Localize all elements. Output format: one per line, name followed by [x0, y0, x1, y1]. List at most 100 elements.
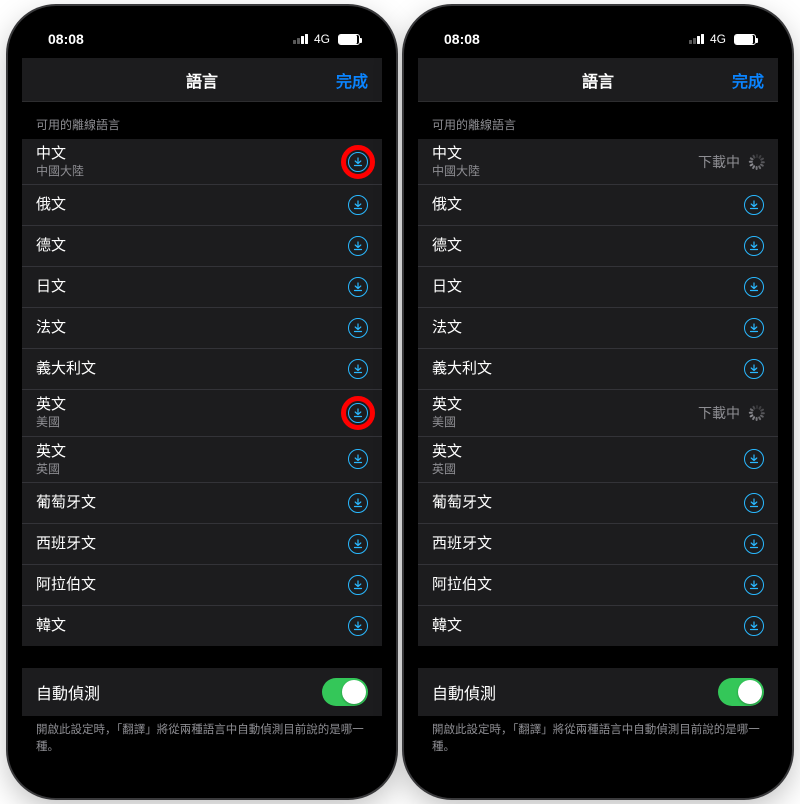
download-icon[interactable]	[744, 534, 764, 554]
language-row[interactable]: 俄文	[418, 184, 778, 225]
download-icon[interactable]	[348, 616, 368, 636]
download-icon[interactable]	[744, 236, 764, 256]
nav-title: 語言	[582, 68, 614, 92]
language-name: 英文	[36, 443, 66, 461]
download-icon[interactable]	[744, 616, 764, 636]
download-icon[interactable]	[744, 575, 764, 595]
language-row[interactable]: 韓文	[418, 605, 778, 646]
language-labels: 英文英國	[36, 443, 66, 476]
row-tail	[348, 575, 368, 595]
language-row[interactable]: 日文	[418, 266, 778, 307]
screen-left: 08:08 4G 語言 完成 可用的離線語言 中文中國大陸俄文德文日文法文義大利…	[22, 20, 382, 784]
language-row[interactable]: 阿拉伯文	[418, 564, 778, 605]
language-name: 西班牙文	[432, 535, 492, 553]
download-icon[interactable]	[744, 318, 764, 338]
language-list: 中文中國大陸俄文德文日文法文義大利文英文美國英文英國葡萄牙文西班牙文阿拉伯文韓文	[22, 139, 382, 646]
language-row[interactable]: 義大利文	[22, 348, 382, 389]
language-row[interactable]: 葡萄牙文	[418, 482, 778, 523]
auto-detect-toggle[interactable]	[718, 678, 764, 706]
download-icon[interactable]	[744, 493, 764, 513]
language-labels: 阿拉伯文	[432, 576, 492, 594]
row-tail	[744, 616, 764, 636]
language-row[interactable]: 英文美國下載中	[418, 389, 778, 435]
download-icon[interactable]	[348, 236, 368, 256]
download-icon[interactable]	[348, 449, 368, 469]
download-icon[interactable]	[348, 359, 368, 379]
row-tail: 下載中	[698, 403, 764, 423]
language-region: 英國	[432, 462, 462, 476]
language-row[interactable]: 英文英國	[418, 436, 778, 482]
language-row[interactable]: 英文美國	[22, 389, 382, 435]
language-labels: 法文	[432, 319, 462, 337]
auto-detect-row[interactable]: 自動偵測	[22, 668, 382, 716]
language-region: 中國大陸	[432, 164, 480, 178]
language-row[interactable]: 俄文	[22, 184, 382, 225]
language-row[interactable]: 葡萄牙文	[22, 482, 382, 523]
language-name: 義大利文	[36, 360, 96, 378]
download-icon[interactable]	[348, 534, 368, 554]
content-scroll[interactable]: 可用的離線語言 中文中國大陸俄文德文日文法文義大利文英文美國英文英國葡萄牙文西班…	[22, 102, 382, 784]
language-labels: 日文	[432, 278, 462, 296]
language-row[interactable]: 日文	[22, 266, 382, 307]
language-labels: 法文	[36, 319, 66, 337]
download-icon[interactable]	[348, 403, 368, 423]
signal-icon	[293, 34, 308, 44]
spinner-icon	[748, 154, 764, 170]
notch	[510, 20, 686, 46]
language-name: 阿拉伯文	[36, 576, 96, 594]
spinner-icon	[748, 405, 764, 421]
download-icon[interactable]	[348, 195, 368, 215]
status-right: 4G	[689, 32, 756, 46]
language-labels: 阿拉伯文	[36, 576, 96, 594]
battery-icon	[734, 34, 756, 45]
language-row[interactable]: 阿拉伯文	[22, 564, 382, 605]
section-header: 可用的離線語言	[418, 102, 778, 139]
language-row[interactable]: 英文英國	[22, 436, 382, 482]
language-row[interactable]: 西班牙文	[418, 523, 778, 564]
language-name: 葡萄牙文	[36, 494, 96, 512]
download-icon[interactable]	[348, 493, 368, 513]
language-row[interactable]: 法文	[22, 307, 382, 348]
row-tail	[348, 534, 368, 554]
language-row[interactable]: 中文中國大陸	[22, 139, 382, 184]
language-name: 義大利文	[432, 360, 492, 378]
nav-bar: 語言 完成	[418, 58, 778, 102]
downloading-label: 下載中	[698, 403, 740, 423]
downloading-label: 下載中	[698, 152, 740, 172]
language-row[interactable]: 德文	[418, 225, 778, 266]
download-icon[interactable]	[348, 575, 368, 595]
network-label: 4G	[710, 32, 726, 46]
language-name: 法文	[36, 319, 66, 337]
status-time: 08:08	[48, 31, 84, 47]
row-tail: 下載中	[698, 152, 764, 172]
row-tail	[744, 493, 764, 513]
language-region: 中國大陸	[36, 164, 84, 178]
download-icon[interactable]	[348, 152, 368, 172]
language-name: 俄文	[36, 196, 66, 214]
download-icon[interactable]	[744, 277, 764, 297]
download-icon[interactable]	[744, 449, 764, 469]
done-button[interactable]: 完成	[336, 68, 368, 92]
language-row[interactable]: 義大利文	[418, 348, 778, 389]
language-row[interactable]: 德文	[22, 225, 382, 266]
language-row[interactable]: 法文	[418, 307, 778, 348]
done-button[interactable]: 完成	[732, 68, 764, 92]
language-row[interactable]: 中文中國大陸下載中	[418, 139, 778, 184]
footer-description: 開啟此設定時，「翻譯」將從兩種語言中自動偵測目前說的是哪一種。	[418, 716, 778, 757]
language-row[interactable]: 韓文	[22, 605, 382, 646]
auto-detect-row[interactable]: 自動偵測	[418, 668, 778, 716]
language-row[interactable]: 西班牙文	[22, 523, 382, 564]
download-icon[interactable]	[744, 195, 764, 215]
language-name: 西班牙文	[36, 535, 96, 553]
download-icon[interactable]	[348, 277, 368, 297]
download-icon[interactable]	[744, 359, 764, 379]
content-scroll[interactable]: 可用的離線語言 中文中國大陸下載中俄文德文日文法文義大利文英文美國下載中英文英國…	[418, 102, 778, 784]
language-name: 日文	[432, 278, 462, 296]
row-tail	[744, 318, 764, 338]
row-tail	[744, 195, 764, 215]
auto-detect-toggle[interactable]	[322, 678, 368, 706]
download-icon[interactable]	[348, 318, 368, 338]
row-tail	[744, 534, 764, 554]
signal-icon	[689, 34, 704, 44]
language-labels: 日文	[36, 278, 66, 296]
